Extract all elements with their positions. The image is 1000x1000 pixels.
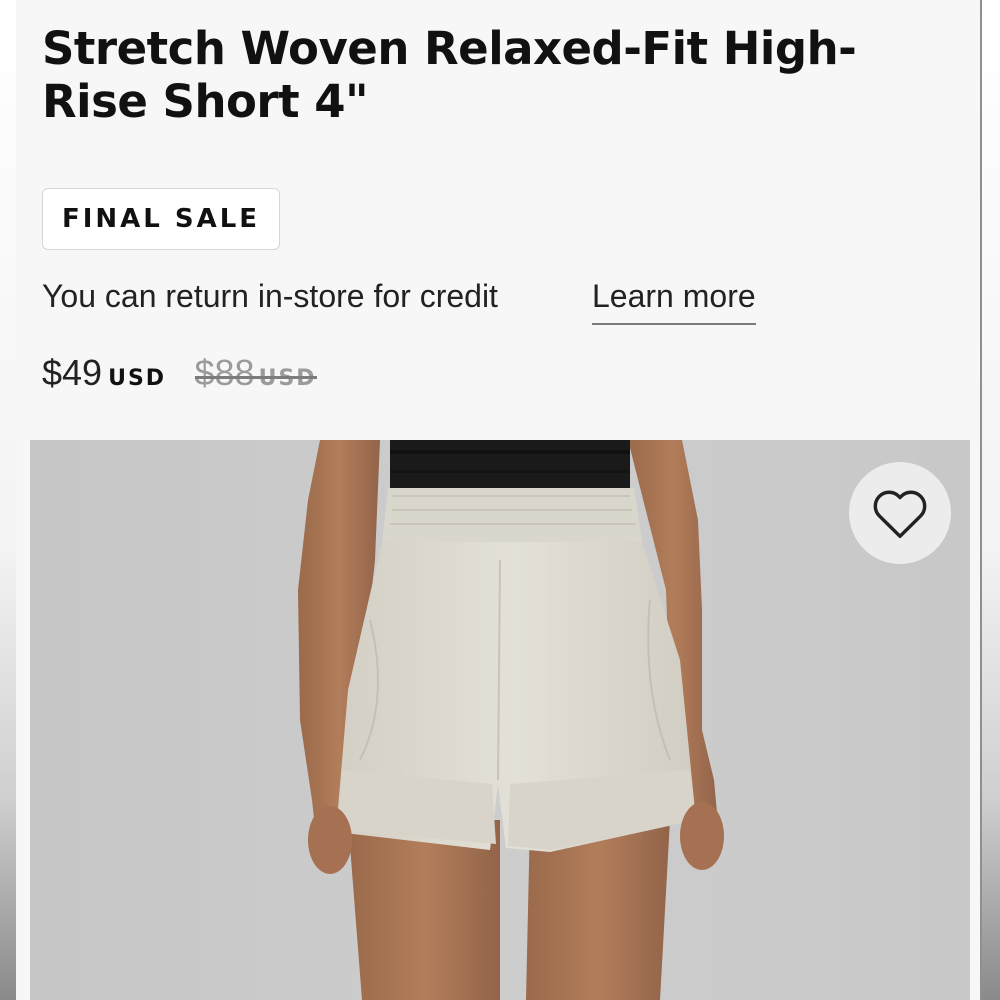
heart-outline-icon — [873, 490, 927, 539]
final-sale-badge: FINAL SALE — [42, 188, 280, 250]
product-detail-page: Stretch Woven Relaxed-Fit High-Rise Shor… — [16, 0, 980, 1000]
original-price-currency: USD — [258, 366, 317, 391]
product-image[interactable] — [30, 440, 970, 1000]
current-price: $49 — [42, 352, 103, 393]
model-wearing-shorts-photo — [298, 440, 724, 1000]
wishlist-button[interactable] — [849, 462, 951, 564]
product-title: Stretch Woven Relaxed-Fit High-Rise Shor… — [42, 22, 857, 128]
right-edge — [982, 0, 1000, 1000]
current-price-currency: USD — [108, 366, 167, 391]
price-row: $49 USD $88 USD — [42, 352, 317, 394]
return-policy-text: You can return in-store for credit — [42, 278, 498, 314]
original-price-amount: $88 — [194, 352, 255, 393]
left-edge — [0, 0, 16, 1000]
learn-more-link[interactable]: Learn more — [592, 278, 756, 325]
original-price: $88 USD — [194, 352, 317, 394]
